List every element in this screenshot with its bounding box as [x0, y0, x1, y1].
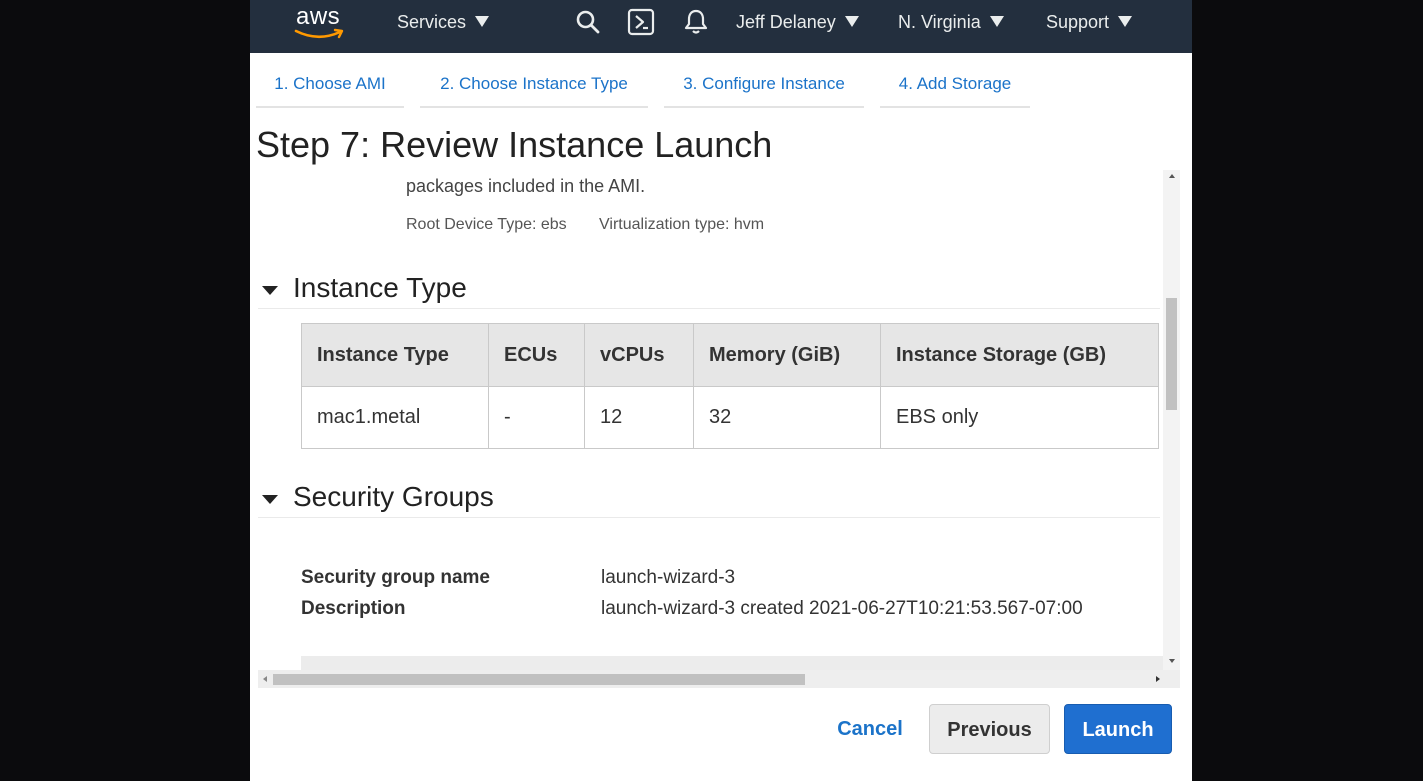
security-group-description-label: Description [301, 598, 406, 619]
aws-logo[interactable]: aws [294, 3, 350, 43]
virtualization-type: Virtualization type: hvm [599, 216, 765, 233]
wizard-steps: 1. Choose AMI 2. Choose Instance Type 3.… [250, 53, 1192, 109]
column-header: Instance Type [301, 323, 489, 387]
instance-type-section-header[interactable]: Instance Type [258, 272, 1160, 309]
tab-choose-instance-type[interactable]: 2. Choose Instance Type [420, 53, 648, 108]
tab-add-storage[interactable]: 4. Add Storage [880, 53, 1030, 108]
region-label: N. Virginia [898, 12, 981, 32]
vertical-scrollbar[interactable] [1163, 170, 1180, 670]
scroll-up-icon[interactable] [1169, 174, 1175, 178]
scroll-left-icon[interactable] [263, 676, 267, 682]
security-group-name-value: launch-wizard-3 [601, 567, 736, 588]
table-row: mac1.metal - 12 32 EBS only [301, 386, 1159, 449]
support-label: Support [1046, 12, 1110, 32]
ami-description: packages included in the AMI. [406, 176, 646, 196]
instance-type-section-title: Instance Type [293, 272, 467, 303]
horizontal-scroll-thumb[interactable] [273, 674, 805, 685]
table-cell: 12 [584, 386, 694, 449]
collapse-triangle-icon[interactable] [262, 286, 278, 295]
table-cell: EBS only [880, 386, 1159, 449]
security-group-description-value: launch-wizard-3 created 2021-06-27T10:21… [601, 598, 1083, 619]
security-groups-section-title: Security Groups [293, 481, 494, 512]
support-menu[interactable]: Support [1046, 0, 1133, 44]
chevron-down-icon [844, 15, 859, 27]
table-cell: mac1.metal [301, 386, 489, 449]
table-cell: - [488, 386, 585, 449]
search-icon[interactable] [575, 9, 601, 35]
chevron-down-icon [1118, 15, 1133, 27]
tab-configure-instance[interactable]: 3. Configure Instance [664, 53, 864, 108]
column-header: vCPUs [584, 323, 694, 387]
aws-navbar: aws Services Jeff Delaney N. Virginia Su… [250, 0, 1192, 53]
security-groups-section-header[interactable]: Security Groups [258, 481, 1160, 518]
cancel-button[interactable]: Cancel [830, 704, 910, 754]
table-cell: 32 [693, 386, 881, 449]
launch-wizard-panel: aws Services Jeff Delaney N. Virginia Su… [250, 0, 1192, 781]
page-title: Step 7: Review Instance Launch [256, 124, 773, 165]
vertical-scroll-thumb[interactable] [1166, 298, 1177, 410]
next-table-header [301, 656, 1163, 670]
chevron-down-icon [989, 15, 1004, 27]
security-group-name-label: Security group name [301, 567, 490, 588]
tab-choose-ami[interactable]: 1. Choose AMI [256, 53, 404, 108]
column-header: Memory (GiB) [693, 323, 881, 387]
collapse-triangle-icon[interactable] [262, 495, 278, 504]
region-menu[interactable]: N. Virginia [898, 0, 1004, 44]
services-label: Services [397, 12, 467, 32]
account-menu[interactable]: Jeff Delaney [736, 0, 859, 44]
horizontal-scrollbar[interactable] [258, 670, 1180, 688]
aws-smile-icon [294, 28, 344, 39]
column-header: ECUs [488, 323, 585, 387]
account-label: Jeff Delaney [736, 12, 836, 32]
column-header: Instance Storage (GB) [880, 323, 1159, 387]
scroll-right-icon[interactable] [1156, 676, 1160, 682]
services-menu[interactable]: Services [397, 0, 490, 44]
table-header-row: Instance Type ECUs vCPUs Memory (GiB) In… [301, 323, 1159, 387]
launch-button[interactable]: Launch [1064, 704, 1172, 754]
chevron-down-icon [475, 15, 490, 27]
instance-type-table: Instance Type ECUs vCPUs Memory (GiB) In… [301, 323, 1159, 449]
aws-logo-text: aws [296, 3, 341, 30]
cloudshell-icon[interactable] [627, 8, 655, 36]
root-device-type: Root Device Type: ebs [406, 216, 567, 233]
scroll-down-icon[interactable] [1169, 659, 1175, 663]
previous-button[interactable]: Previous [929, 704, 1050, 754]
bell-icon[interactable] [682, 8, 710, 36]
